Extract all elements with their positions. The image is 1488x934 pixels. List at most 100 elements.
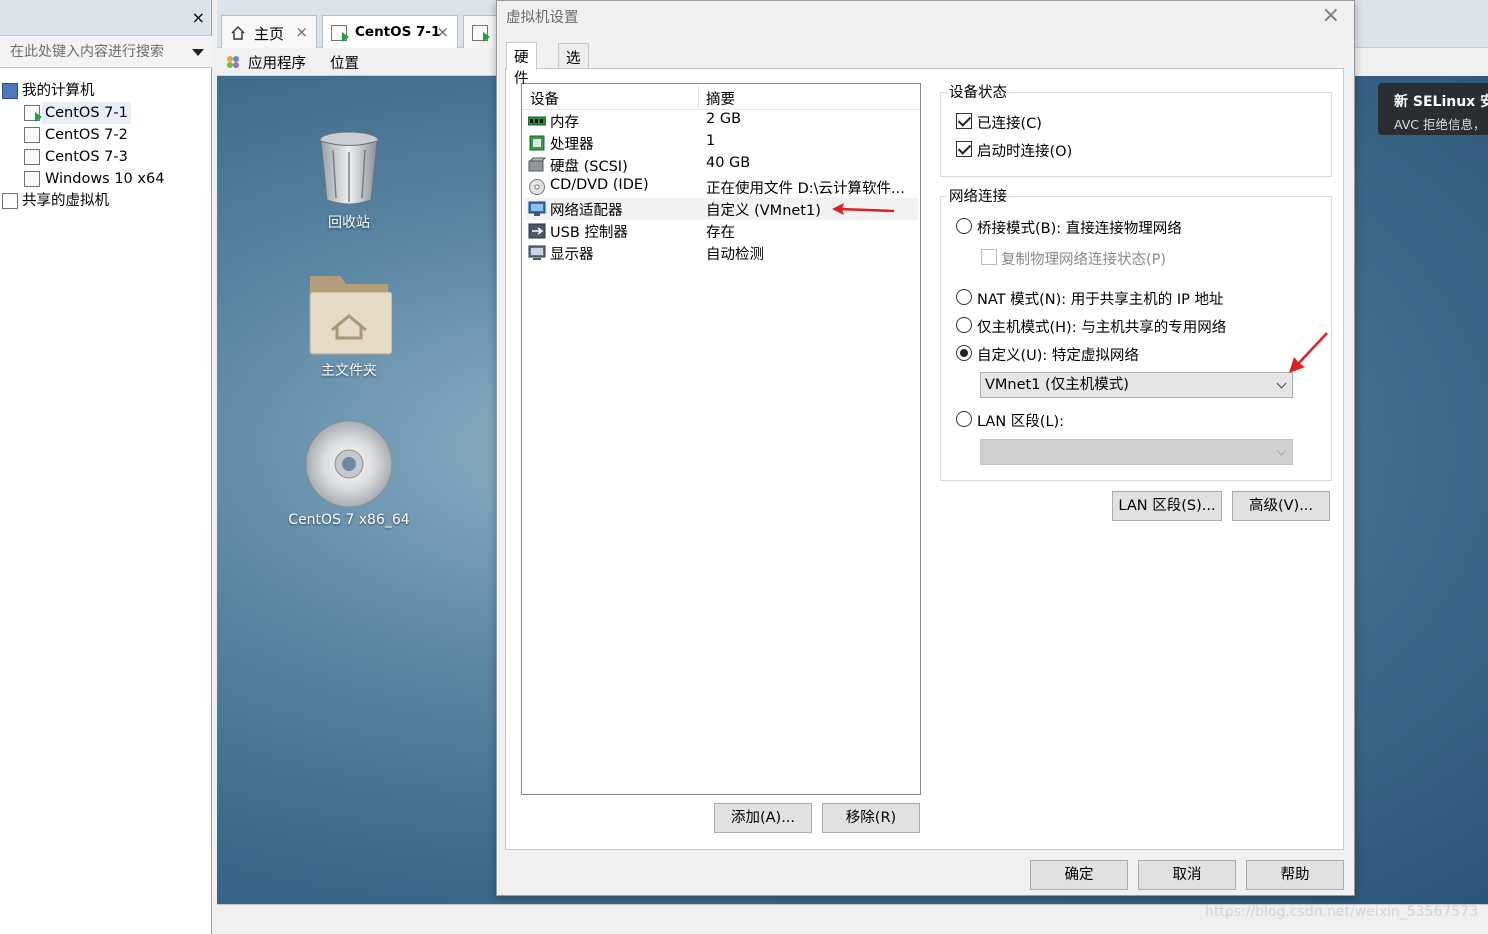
- ok-button[interactable]: 确定: [1030, 860, 1128, 890]
- notification-body: AVC 拒绝信息，: [1394, 117, 1486, 132]
- selinux-notification[interactable]: 新 SELinux 安 AVC 拒绝信息，: [1378, 83, 1488, 135]
- connected-checkbox[interactable]: [956, 113, 972, 129]
- library-panel: × 我的计算机 CentOS 7-1 CentOS 7-2 CentOS 7-3…: [0, 0, 212, 934]
- host-only-radio[interactable]: [956, 317, 972, 333]
- library-search: [0, 36, 212, 68]
- column-header-summary[interactable]: 摘要: [706, 88, 735, 109]
- library-tree: 我的计算机 CentOS 7-1 CentOS 7-2 CentOS 7-3 W…: [0, 80, 212, 212]
- lan-segment-radio[interactable]: [956, 411, 972, 427]
- vm-settings-dialog: 虚拟机设置 × 硬件 选项 设备 摘要 内存 2 GB 处理器 1: [496, 0, 1355, 896]
- library-search-input[interactable]: [2, 40, 186, 64]
- tab-home[interactable]: 主页 ×: [221, 15, 317, 49]
- advanced-button[interactable]: 高级(V)...: [1232, 491, 1330, 521]
- replicate-state-label: 复制物理网络连接状态(P): [1001, 252, 1167, 268]
- tree-item-centos-7-1[interactable]: CentOS 7-1: [0, 102, 212, 124]
- tree-item-shared-vms[interactable]: 共享的虚拟机: [0, 190, 212, 212]
- lan-segment-select[interactable]: [980, 439, 1293, 465]
- usb-icon: [528, 223, 546, 239]
- notification-title: 新 SELinux 安: [1394, 94, 1488, 110]
- column-separator: [698, 86, 699, 108]
- add-device-button[interactable]: 添加(A)...: [714, 803, 812, 833]
- dialog-body: 设备 摘要 内存 2 GB 处理器 1 硬盘 (SCSI) 40 GB CD/D…: [505, 68, 1344, 850]
- lan-segments-button[interactable]: LAN 区段(S)...: [1112, 491, 1222, 521]
- processor-icon: [529, 135, 545, 151]
- vm-running-icon: [331, 25, 349, 42]
- search-dropdown-icon[interactable]: [192, 49, 204, 56]
- watermark-text: https://blog.csdn.net/weixin_53567573: [1204, 904, 1478, 920]
- annotation-arrow-icon: [1289, 332, 1328, 373]
- trash-icon: [319, 131, 379, 205]
- connect-on-power-label[interactable]: 启动时连接(O): [977, 140, 1072, 161]
- column-header-device[interactable]: 设备: [530, 88, 559, 109]
- guest-top-bar: 应用程序 位置: [217, 48, 497, 76]
- desktop-icon-home-folder[interactable]: 主文件夹: [299, 272, 399, 380]
- disc-icon: [305, 420, 393, 508]
- tab-close-icon[interactable]: ×: [436, 23, 449, 41]
- dialog-close-button[interactable]: ×: [1322, 3, 1340, 29]
- vm-icon: [24, 171, 40, 187]
- network-connection-group: 网络连接 桥接模式(B): 直接连接物理网络 复制物理网络连接状态(P) NAT…: [940, 185, 1332, 481]
- device-list-header: 设备 摘要: [522, 84, 920, 110]
- network-connection-title: 网络连接: [947, 185, 1009, 206]
- desktop-icon-label: 主文件夹: [321, 363, 377, 379]
- shared-vm-icon: [2, 193, 18, 209]
- tree-item-centos-7-2[interactable]: CentOS 7-2: [0, 124, 212, 146]
- annotation-arrow-icon: [832, 203, 895, 215]
- device-row-usb-controller[interactable]: USB 控制器 存在: [524, 220, 918, 242]
- desktop-icon-disc[interactable]: CentOS 7 x86_64: [279, 420, 419, 528]
- home-icon: [231, 26, 245, 40]
- computer-icon: [2, 83, 18, 99]
- menu-places[interactable]: 位置: [330, 52, 359, 73]
- hard-disk-icon: [528, 157, 546, 172]
- nat-label[interactable]: NAT 模式(N): 用于共享主机的 IP 地址: [977, 288, 1224, 309]
- apps-icon: [227, 56, 239, 68]
- tab-close-icon[interactable]: ×: [295, 23, 308, 41]
- device-row-memory[interactable]: 内存 2 GB: [524, 110, 918, 132]
- desktop-icon-trash[interactable]: 回收站: [299, 128, 399, 232]
- tab-options[interactable]: 选项: [558, 43, 589, 88]
- vm-running-icon: [24, 105, 42, 122]
- custom-radio[interactable]: [956, 345, 972, 361]
- tree-item-my-computer[interactable]: 我的计算机: [0, 80, 212, 102]
- device-list[interactable]: 设备 摘要 内存 2 GB 处理器 1 硬盘 (SCSI) 40 GB CD/D…: [521, 83, 921, 795]
- network-adapter-icon: [528, 201, 546, 216]
- display-icon: [528, 245, 546, 260]
- dialog-title: 虚拟机设置: [506, 10, 579, 26]
- library-header: ×: [0, 0, 211, 36]
- tab-hardware[interactable]: 硬件: [506, 42, 537, 87]
- custom-network-select[interactable]: VMnet1 (仅主机模式): [980, 372, 1293, 398]
- cancel-button[interactable]: 取消: [1138, 860, 1236, 890]
- tab-centos-7-1[interactable]: CentOS 7-1 ×: [322, 15, 458, 49]
- cd-dvd-icon: [529, 179, 545, 195]
- device-row-display[interactable]: 显示器 自动检测: [524, 242, 918, 264]
- lan-segment-label[interactable]: LAN 区段(L):: [977, 410, 1064, 431]
- desktop-icon-label: 回收站: [328, 215, 370, 231]
- device-row-hard-disk[interactable]: 硬盘 (SCSI) 40 GB: [524, 154, 918, 176]
- vm-icon: [24, 149, 40, 165]
- replicate-state-checkbox[interactable]: [981, 249, 997, 265]
- library-close-button[interactable]: ×: [192, 10, 205, 26]
- nat-radio[interactable]: [956, 289, 972, 305]
- custom-label[interactable]: 自定义(U): 特定虚拟网络: [977, 344, 1139, 365]
- device-status-title: 设备状态: [947, 81, 1009, 102]
- memory-icon: [528, 116, 546, 126]
- host-only-label[interactable]: 仅主机模式(H): 与主机共享的专用网络: [977, 316, 1226, 337]
- bridged-radio[interactable]: [956, 218, 972, 234]
- device-status-group: 设备状态 已连接(C) 启动时连接(O): [940, 81, 1332, 177]
- vm-running-icon: [472, 25, 490, 42]
- menu-applications[interactable]: 应用程序: [248, 52, 306, 73]
- bridged-label[interactable]: 桥接模式(B): 直接连接物理网络: [977, 217, 1182, 238]
- help-button[interactable]: 帮助: [1246, 860, 1344, 890]
- connected-label[interactable]: 已连接(C): [977, 112, 1042, 133]
- remove-device-button[interactable]: 移除(R): [822, 803, 920, 833]
- connect-on-power-checkbox[interactable]: [956, 141, 972, 157]
- device-row-processor[interactable]: 处理器 1: [524, 132, 918, 154]
- chevron-down-icon: [1276, 445, 1287, 456]
- device-row-cd-dvd[interactable]: CD/DVD (IDE) 正在使用文件 D:\云计算软件...: [524, 176, 918, 198]
- tree-item-windows-10[interactable]: Windows 10 x64: [0, 168, 212, 190]
- desktop-icon-label: CentOS 7 x86_64: [288, 512, 410, 528]
- vm-icon: [24, 127, 40, 143]
- tree-item-centos-7-3[interactable]: CentOS 7-3: [0, 146, 212, 168]
- folder-home-icon: [309, 276, 393, 355]
- chevron-down-icon: [1276, 378, 1287, 389]
